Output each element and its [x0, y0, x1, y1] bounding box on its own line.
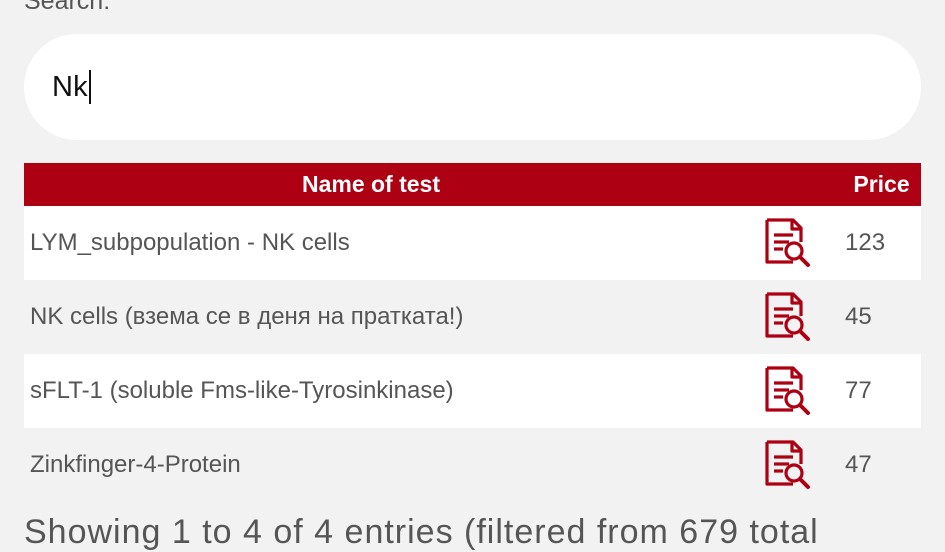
table-row: NK cells (взема се в деня на пратката!) — [24, 280, 921, 354]
test-name-cell: sFLT-1 (soluble Fms-like-Tyrosinkinase) — [24, 354, 718, 428]
test-price-cell: 77 — [842, 354, 921, 428]
test-price-cell: 47 — [842, 428, 921, 502]
results-table: Name of test Price LYM_subpopulation - N… — [24, 163, 921, 502]
document-search-icon[interactable] — [763, 291, 813, 348]
document-search-icon[interactable] — [763, 217, 813, 274]
column-header-price[interactable]: Price — [842, 163, 921, 206]
search-input[interactable]: Nk — [24, 34, 921, 140]
search-input-value[interactable]: Nk — [52, 71, 88, 104]
document-search-icon[interactable] — [763, 365, 813, 422]
table-info-text: Showing 1 to 4 of 4 entries (filtered fr… — [24, 513, 819, 551]
column-header-name[interactable]: Name of test — [24, 163, 718, 206]
search-label: Search: — [24, 0, 111, 15]
test-name-cell: LYM_subpopulation - NK cells — [24, 206, 718, 280]
document-search-icon[interactable] — [763, 439, 813, 496]
test-price-cell: 45 — [842, 280, 921, 354]
test-name-cell: NK cells (взема се в деня на пратката!) — [24, 280, 718, 354]
column-header-icon — [718, 163, 842, 206]
test-price-cell: 123 — [842, 206, 921, 280]
table-header-row: Name of test Price — [24, 163, 921, 206]
table-row: sFLT-1 (soluble Fms-like-Tyrosinkinase) — [24, 354, 921, 428]
test-name-cell: Zinkfinger-4-Protein — [24, 428, 718, 502]
table-row: LYM_subpopulation - NK cells 123 — [24, 206, 921, 280]
text-caret — [88, 70, 91, 104]
table-row: Zinkfinger-4-Protein 47 — [24, 428, 921, 502]
